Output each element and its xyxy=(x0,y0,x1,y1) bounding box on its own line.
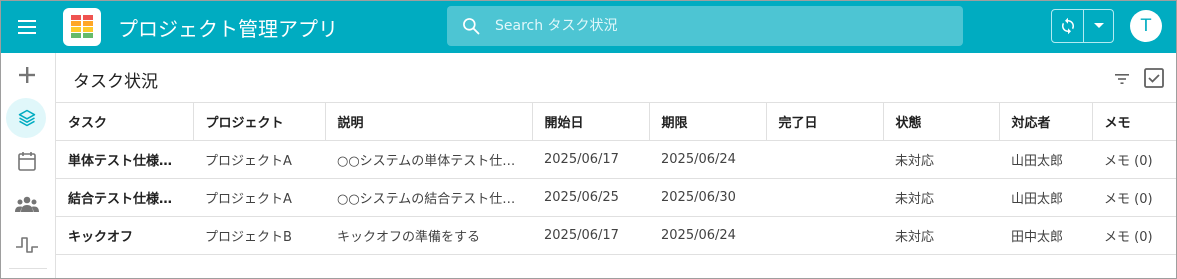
cell-description: ○○システムの結合テスト仕様書を作成 xyxy=(337,192,532,207)
rail-item-members[interactable] xyxy=(6,184,48,224)
column-header-description[interactable]: 説明 xyxy=(324,102,532,141)
user-avatar[interactable]: T xyxy=(1130,10,1162,42)
column-header-project[interactable]: プロジェクト xyxy=(192,102,325,141)
cell-assignee: 山田太郎 xyxy=(1011,154,1064,169)
cell-memo-link[interactable]: メモ (0) xyxy=(1092,179,1176,217)
task-table: タスク プロジェクト 説明 開始日 期限 完了日 状態 対応者 メモ 単体テスト… xyxy=(56,102,1176,255)
hamburger-icon xyxy=(18,20,36,34)
app-bar: プロジェクト管理アプリ T xyxy=(1,1,1176,53)
left-nav-rail xyxy=(1,53,56,278)
page-title: タスク状況 xyxy=(73,72,158,92)
cell-memo-link[interactable]: メモ (0) xyxy=(1092,217,1176,255)
table-row[interactable]: 単体テスト仕様書作成 プロジェクトA ○○システムの単体テスト仕様書を作成 20… xyxy=(56,140,1176,179)
column-header-status[interactable]: 状態 xyxy=(882,102,999,141)
rail-item-add[interactable] xyxy=(6,55,48,95)
rail-item-tasks[interactable] xyxy=(6,98,48,138)
cell-start-date: 2025/06/25 xyxy=(544,190,619,205)
cell-completed-date xyxy=(766,141,883,179)
cell-task: キックオフ xyxy=(68,230,134,245)
app-title: プロジェクト管理アプリ xyxy=(118,17,338,41)
cell-project: プロジェクトB xyxy=(205,230,292,245)
sync-button-group xyxy=(1051,9,1114,43)
select-checkbox-icon[interactable] xyxy=(1143,67,1165,89)
calendar-icon xyxy=(18,152,36,171)
cell-status: 未対応 xyxy=(895,154,935,169)
cell-start-date: 2025/06/17 xyxy=(544,228,619,243)
cell-memo-link[interactable]: メモ (0) xyxy=(1092,141,1176,179)
menu-button[interactable] xyxy=(11,11,43,43)
column-header-completed-date[interactable]: 完了日 xyxy=(765,102,883,141)
cell-start-date: 2025/06/17 xyxy=(544,152,619,167)
cell-project: プロジェクトA xyxy=(205,192,292,207)
cell-due-date: 2025/06/30 xyxy=(661,190,736,205)
pulse-icon xyxy=(16,237,38,253)
cell-status: 未対応 xyxy=(895,192,935,207)
cell-description: キックオフの準備をする xyxy=(337,230,481,245)
rail-item-activity[interactable] xyxy=(6,225,48,265)
sync-dropdown-button[interactable] xyxy=(1084,10,1113,42)
search-input[interactable] xyxy=(495,6,945,46)
caret-down-icon xyxy=(1093,23,1104,28)
app-window: プロジェクト管理アプリ T xyxy=(0,0,1177,279)
rail-item-calendar[interactable] xyxy=(6,141,48,181)
search-bar[interactable] xyxy=(447,6,963,46)
cell-project: プロジェクトA xyxy=(205,154,292,169)
cell-description: ○○システムの単体テスト仕様書を作成 xyxy=(337,154,532,169)
cell-due-date: 2025/06/24 xyxy=(661,152,736,167)
rail-divider xyxy=(9,268,47,269)
table-row[interactable]: キックオフ プロジェクトB キックオフの準備をする 2025/06/17 202… xyxy=(56,216,1176,255)
cell-completed-date xyxy=(766,179,883,217)
app-logo xyxy=(63,8,101,46)
table-row[interactable]: 結合テスト仕様書作成 プロジェクトA ○○システムの結合テスト仕様書を作成 20… xyxy=(56,178,1176,217)
cell-task: 単体テスト仕様書作成 xyxy=(68,154,193,169)
column-header-start-date[interactable]: 開始日 xyxy=(531,102,649,141)
layers-icon xyxy=(18,109,36,127)
cell-completed-date xyxy=(766,217,883,255)
search-icon xyxy=(463,18,480,35)
column-header-assignee[interactable]: 対応者 xyxy=(998,102,1092,141)
sync-icon xyxy=(1061,17,1074,35)
main-content: タスク状況 タスク プロジェクト 説明 開始日 期限 完了日 状態 対応者 メモ… xyxy=(56,53,1176,278)
cell-due-date: 2025/06/24 xyxy=(661,228,736,243)
people-icon xyxy=(15,196,39,212)
column-header-due-date[interactable]: 期限 xyxy=(648,102,766,141)
plus-icon xyxy=(19,67,35,83)
cell-assignee: 田中太郎 xyxy=(1011,230,1064,245)
cell-status: 未対応 xyxy=(895,230,935,245)
cell-task: 結合テスト仕様書作成 xyxy=(68,192,193,207)
table-header-row: タスク プロジェクト 説明 開始日 期限 完了日 状態 対応者 メモ xyxy=(56,102,1176,141)
sheet-logo-icon xyxy=(71,15,93,38)
sync-button[interactable] xyxy=(1052,10,1085,42)
column-header-task[interactable]: タスク xyxy=(56,103,193,141)
cell-assignee: 山田太郎 xyxy=(1011,192,1064,207)
filter-icon[interactable] xyxy=(1113,70,1131,88)
column-header-memo[interactable]: メモ xyxy=(1091,102,1176,141)
